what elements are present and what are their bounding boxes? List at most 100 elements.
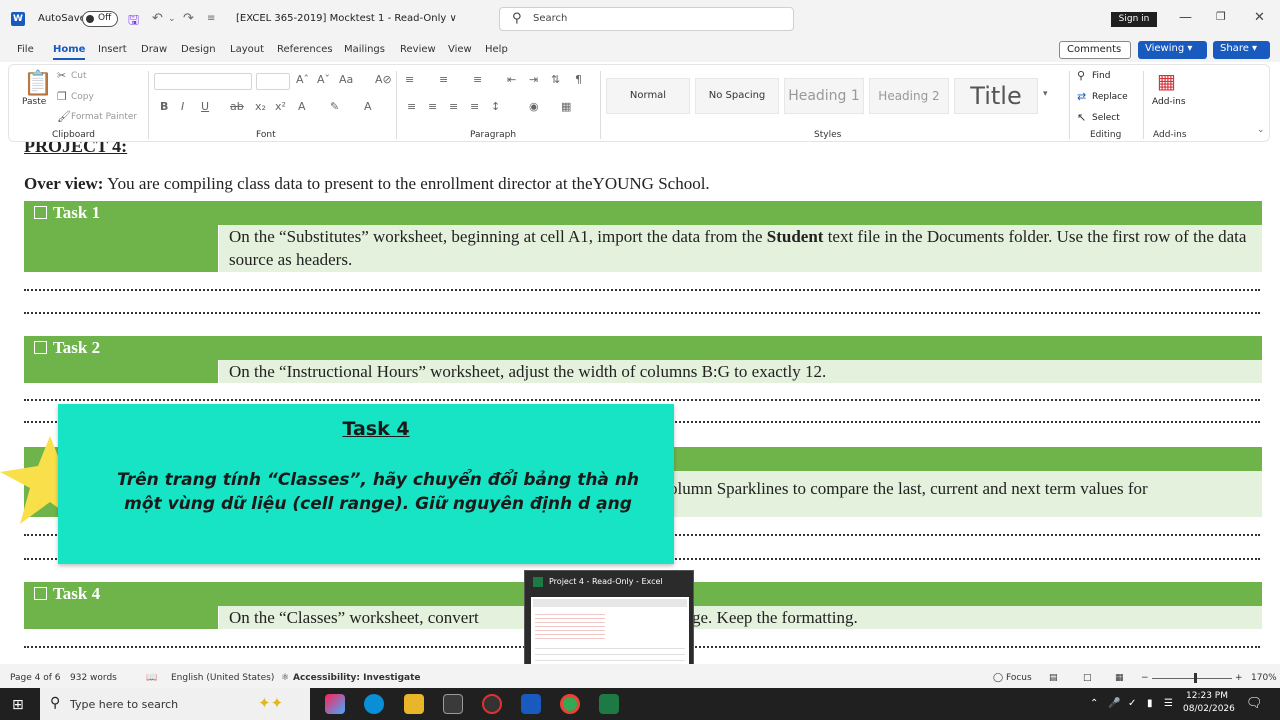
focus-icon[interactable]: ◯ [993, 673, 1003, 683]
copy-icon[interactable]: ❐ [57, 90, 67, 103]
superscript-icon[interactable]: x² [275, 100, 286, 113]
redo-icon[interactable]: ↷ [183, 11, 194, 26]
comments-button[interactable]: Comments [1059, 41, 1131, 59]
zoom-level[interactable]: 170% [1251, 673, 1277, 683]
microphone-icon[interactable]: 🎤 [1108, 698, 1120, 709]
text-effects-icon[interactable]: A [298, 100, 306, 113]
replace-icon[interactable]: ⇄ [1077, 90, 1086, 103]
tab-view[interactable]: View [448, 44, 472, 55]
close-icon[interactable]: ✕ [1254, 10, 1265, 25]
page-count[interactable]: Page 4 of 6 [10, 673, 61, 683]
justify-icon[interactable]: ≡ [470, 100, 479, 113]
shading-icon[interactable]: ◉ [529, 100, 539, 113]
style-normal[interactable]: Normal [606, 78, 690, 114]
copy-button[interactable]: Copy [71, 92, 94, 102]
web-layout-icon[interactable]: ▦ [1115, 673, 1124, 683]
read-mode-icon[interactable]: ▤ [1049, 673, 1058, 683]
tab-references[interactable]: References [277, 44, 333, 55]
style-no-spacing[interactable]: No Spacing [695, 78, 779, 114]
show-marks-icon[interactable]: ¶ [575, 73, 582, 86]
viewing-mode-button[interactable]: Viewing ▾ [1138, 41, 1207, 59]
edge-icon[interactable] [364, 694, 384, 714]
highlight-icon[interactable]: ✎ [330, 100, 339, 113]
customize-qat-icon[interactable]: ≡ [207, 13, 215, 24]
add-ins-button[interactable]: Add-ins [1152, 97, 1186, 107]
undo-dropdown-icon[interactable]: ⌄ [168, 14, 176, 24]
find-icon[interactable]: ⚲ [1077, 69, 1085, 82]
undo-icon[interactable]: ↶ [152, 11, 163, 26]
search-box[interactable]: ⚲ Search [499, 7, 794, 31]
tray-chevron-icon[interactable]: ⌃ [1090, 698, 1098, 709]
paste-icon[interactable]: 📋 [23, 69, 53, 97]
font-name-select[interactable] [154, 73, 252, 90]
excel-taskbar-icon[interactable] [599, 694, 619, 714]
sign-in-button[interactable]: Sign in [1111, 12, 1157, 27]
decrease-indent-icon[interactable]: ⇤ [507, 73, 516, 86]
document-title[interactable]: [EXCEL 365-2019] Mocktest 1 - Read-Only … [236, 13, 457, 24]
battery-icon[interactable]: ▮ [1147, 698, 1153, 709]
tab-draw[interactable]: Draw [141, 44, 167, 55]
store-icon[interactable] [443, 694, 463, 714]
replace-button[interactable]: Replace [1092, 92, 1128, 102]
wifi-icon[interactable]: ☰ [1164, 698, 1173, 709]
focus-button[interactable]: Focus [1006, 673, 1032, 683]
cut-button[interactable]: Cut [71, 71, 87, 81]
strikethrough-icon[interactable]: ab [230, 100, 244, 113]
word-taskbar-icon[interactable] [521, 694, 541, 714]
zoom-in-icon[interactable]: + [1235, 673, 1243, 683]
line-spacing-icon[interactable]: ↕ [491, 100, 500, 113]
subscript-icon[interactable]: x₂ [255, 100, 266, 113]
proofing-icon[interactable]: 📖 [146, 673, 157, 683]
taskbar-clock[interactable]: 12:23 PM 08/02/2026 [1183, 690, 1235, 716]
clear-formatting-icon[interactable]: A⊘ [375, 73, 392, 86]
share-button[interactable]: Share ▾ [1213, 41, 1270, 59]
shrink-font-icon[interactable]: Aˇ [317, 73, 330, 86]
format-painter-icon[interactable]: 🖌 [57, 110, 71, 123]
bullets-icon[interactable]: ≡ [405, 73, 414, 86]
zoom-slider-thumb[interactable] [1194, 673, 1197, 683]
tab-home[interactable]: Home [53, 44, 86, 60]
select-icon[interactable]: ↖ [1077, 111, 1086, 124]
copilot-icon[interactable] [325, 694, 345, 714]
font-size-select[interactable] [256, 73, 290, 90]
autosave-toggle[interactable]: Off [82, 11, 118, 27]
font-color-icon[interactable]: A [364, 100, 372, 113]
save-icon[interactable]: 🖫 [128, 11, 139, 33]
find-button[interactable]: Find [1092, 71, 1110, 81]
style-title[interactable]: Title [954, 78, 1038, 114]
notifications-icon[interactable]: 🗨 [1246, 696, 1263, 711]
select-button[interactable]: Select [1092, 113, 1120, 123]
style-heading-2[interactable]: Heading 2 [869, 78, 949, 114]
align-center-icon[interactable]: ≡ [428, 100, 437, 113]
tab-mailings[interactable]: Mailings [344, 44, 385, 55]
paste-button[interactable]: Paste [22, 97, 46, 107]
multilevel-list-icon[interactable]: ≡ [473, 73, 482, 86]
windows-start-icon[interactable]: ⊞ [12, 697, 24, 713]
zoom-out-icon[interactable]: − [1141, 673, 1149, 683]
collapse-ribbon-icon[interactable]: ⌄ [1257, 125, 1265, 135]
borders-icon[interactable]: ▦ [561, 100, 571, 113]
numbering-icon[interactable]: ≡ [439, 73, 448, 86]
sort-icon[interactable]: ⇅ [551, 73, 560, 86]
styles-gallery-more-icon[interactable]: ▾ [1043, 89, 1048, 99]
pen-icon[interactable]: ✓ [1128, 698, 1136, 709]
accessibility-status[interactable]: Accessibility: Investigate [293, 673, 421, 683]
tab-layout[interactable]: Layout [230, 44, 264, 55]
restore-icon[interactable]: ❐ [1216, 10, 1226, 23]
increase-indent-icon[interactable]: ⇥ [529, 73, 538, 86]
bold-icon[interactable]: B [160, 100, 168, 113]
print-layout-icon[interactable]: □ [1083, 673, 1092, 683]
tab-insert[interactable]: Insert [98, 44, 127, 55]
add-ins-icon[interactable]: ▦ [1157, 69, 1176, 93]
chrome-icon[interactable] [560, 694, 580, 714]
format-painter-button[interactable]: Format Painter [71, 112, 137, 122]
tab-help[interactable]: Help [485, 44, 508, 55]
taskbar-search[interactable]: ⚲ Type here to search ✦✦ [40, 688, 310, 720]
grow-font-icon[interactable]: Aˆ [296, 73, 309, 86]
align-right-icon[interactable]: ≡ [449, 100, 458, 113]
tab-design[interactable]: Design [181, 44, 216, 55]
obs-icon[interactable] [482, 694, 502, 714]
change-case-icon[interactable]: Aa [339, 73, 353, 86]
tab-review[interactable]: Review [400, 44, 436, 55]
language[interactable]: English (United States) [171, 673, 274, 683]
